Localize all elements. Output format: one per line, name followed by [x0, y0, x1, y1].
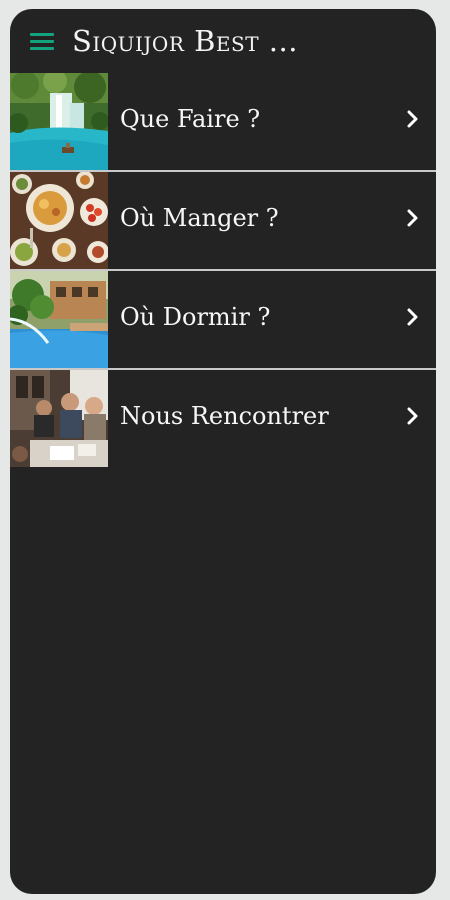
menu-item-label: Où Manger ?	[120, 204, 279, 232]
hamburger-menu-icon[interactable]	[30, 33, 54, 53]
menu-item-label: Nous Rencontrer	[120, 402, 329, 430]
food-platter-photo	[10, 172, 108, 269]
menu-item-ou-manger[interactable]: Où Manger ?	[10, 172, 436, 271]
menu-item-ou-dormir[interactable]: Où Dormir ?	[10, 271, 436, 370]
menu-item-nous-rencontrer[interactable]: Nous Rencontrer	[10, 370, 436, 467]
app-screen: Siquijor Best ... Que Faire ? Où Manger …	[10, 9, 436, 894]
chevron-right-icon	[407, 209, 418, 227]
waterfall-photo	[10, 73, 108, 170]
menu-item-label: Que Faire ?	[120, 105, 261, 133]
menu-item-label: Où Dormir ?	[120, 303, 271, 331]
chevron-right-icon	[407, 308, 418, 326]
chevron-right-icon	[407, 407, 418, 425]
chevron-right-icon	[407, 110, 418, 128]
resort-pool-photo	[10, 271, 108, 368]
menu-item-que-faire[interactable]: Que Faire ?	[10, 73, 436, 172]
app-title: Siquijor Best ...	[72, 24, 298, 58]
people-meeting-photo	[10, 370, 108, 467]
menu-list: Que Faire ? Où Manger ? Où Dormir ? Nous…	[10, 73, 436, 467]
app-bar: Siquijor Best ...	[10, 9, 436, 75]
